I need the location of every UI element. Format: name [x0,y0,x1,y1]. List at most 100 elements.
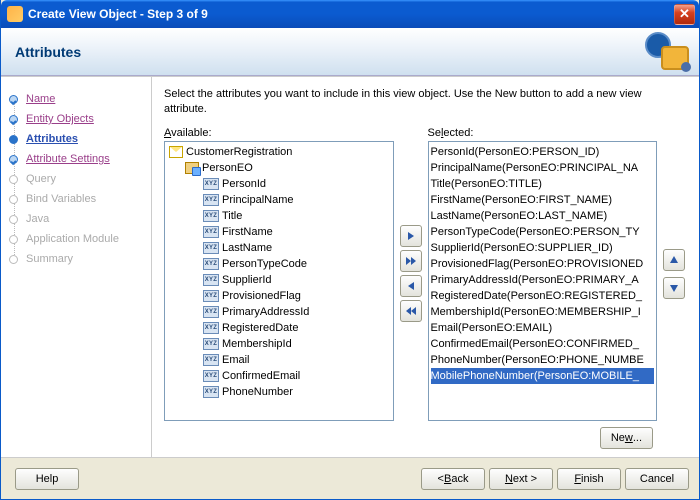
step-label: Attribute Settings [26,153,110,165]
tree-attr[interactable]: XYZPhoneNumber [167,384,391,400]
attribute-icon: XYZ [203,242,219,254]
step-label: Summary [26,253,73,265]
tree-attr[interactable]: XYZMembershipId [167,336,391,352]
attribute-icon: XYZ [203,274,219,286]
tree-label: Title [222,210,242,222]
selected-item[interactable]: PersonTypeCode(PersonEO:PERSON_TY [431,224,655,240]
tree-label: PhoneNumber [222,386,293,398]
tree-attr[interactable]: XYZLastName [167,240,391,256]
tree-attr[interactable]: XYZEmail [167,352,391,368]
tree-attr[interactable]: XYZPersonTypeCode [167,256,391,272]
selected-item[interactable]: PersonId(PersonEO:PERSON_ID) [431,144,655,160]
selected-item[interactable]: Title(PersonEO:TITLE) [431,176,655,192]
envelope-icon [169,146,183,158]
selected-item[interactable]: SupplierId(PersonEO:SUPPLIER_ID) [431,240,655,256]
close-button[interactable]: ✕ [674,4,695,25]
attribute-icon: XYZ [203,178,219,190]
next-button[interactable]: Next > [489,468,553,490]
tree-root[interactable]: CustomerRegistration [167,144,391,160]
selected-item[interactable]: MembershipId(PersonEO:MEMBERSHIP_I [431,304,655,320]
tree-label: RegisteredDate [222,322,298,334]
attribute-icon: XYZ [203,338,219,350]
instruction-text: Select the attributes you want to includ… [164,87,687,117]
titlebar: Create View Object - Step 3 of 9 ✕ [1,0,699,28]
tree-label: PrincipalName [222,194,294,206]
tree-attr[interactable]: XYZPrimaryAddressId [167,304,391,320]
selected-item[interactable]: FirstName(PersonEO:FIRST_NAME) [431,192,655,208]
tree-attr[interactable]: XYZPrincipalName [167,192,391,208]
attribute-icon: XYZ [203,306,219,318]
step-label: Bind Variables [26,193,96,205]
tree-label: CustomerRegistration [186,146,292,158]
attribute-icon: XYZ [203,194,219,206]
wizard-step-bind-variables: Bind Variables [9,193,145,205]
tree-attr[interactable]: XYZConfirmedEmail [167,368,391,384]
tree-label: ConfirmedEmail [222,370,300,382]
banner-art-icon [625,32,689,72]
selected-item[interactable]: PrimaryAddressId(PersonEO:PRIMARY_A [431,272,655,288]
entity-icon [185,162,199,174]
selected-item[interactable]: ProvisionedFlag(PersonEO:PROVISIONED [431,256,655,272]
tree-label: PersonEO [202,162,253,174]
step-label: Java [26,213,49,225]
available-tree[interactable]: CustomerRegistrationPersonEOXYZPersonIdX… [164,141,394,421]
tree-label: ProvisionedFlag [222,290,301,302]
help-button[interactable]: Help [15,468,79,490]
tree-label: LastName [222,242,272,254]
selected-item[interactable]: PhoneNumber(PersonEO:PHONE_NUMBE [431,352,655,368]
selected-item[interactable]: RegisteredDate(PersonEO:REGISTERED_ [431,288,655,304]
selected-list[interactable]: PersonId(PersonEO:PERSON_ID)PrincipalNam… [428,141,658,421]
selected-item[interactable]: MobilePhoneNumber(PersonEO:MOBILE_ [431,368,655,384]
attribute-icon: XYZ [203,322,219,334]
wizard-step-attribute-settings[interactable]: Attribute Settings [9,153,145,165]
tree-label: PrimaryAddressId [222,306,309,318]
footer: Help < Back Next > Finish Cancel [1,457,699,499]
tree-attr[interactable]: XYZRegisteredDate [167,320,391,336]
available-label: Available: [164,127,394,139]
move-all-right-button[interactable] [400,250,422,272]
selected-label: Selected: [428,127,658,139]
tree-entity[interactable]: PersonEO [167,160,391,176]
banner-title: Attributes [15,44,81,60]
wizard-step-name[interactable]: Name [9,93,145,105]
tree-attr[interactable]: XYZTitle [167,208,391,224]
tree-label: PersonId [222,178,266,190]
move-right-button[interactable] [400,225,422,247]
content-pane: Select the attributes you want to includ… [151,77,699,457]
step-label: Application Module [26,233,119,245]
cancel-button[interactable]: Cancel [625,468,689,490]
attribute-icon: XYZ [203,386,219,398]
attribute-icon: XYZ [203,210,219,222]
wizard-step-query: Query [9,173,145,185]
window-title: Create View Object - Step 3 of 9 [28,7,674,21]
tree-attr[interactable]: XYZProvisionedFlag [167,288,391,304]
move-left-button[interactable] [400,275,422,297]
wizard-icon [7,6,23,22]
tree-label: Email [222,354,250,366]
tree-attr[interactable]: XYZSupplierId [167,272,391,288]
selected-item[interactable]: PrincipalName(PersonEO:PRINCIPAL_NA [431,160,655,176]
selected-item[interactable]: Email(PersonEO:EMAIL) [431,320,655,336]
move-down-button[interactable] [663,277,685,299]
selected-item[interactable]: LastName(PersonEO:LAST_NAME) [431,208,655,224]
wizard-step-entity-objects[interactable]: Entity Objects [9,113,145,125]
wizard-step-java: Java [9,213,145,225]
attribute-icon: XYZ [203,258,219,270]
tree-attr[interactable]: XYZPersonId [167,176,391,192]
tree-label: MembershipId [222,338,292,350]
wizard-step-attributes[interactable]: Attributes [9,133,145,145]
tree-label: SupplierId [222,274,272,286]
new-button[interactable]: New... [600,427,653,449]
attribute-icon: XYZ [203,354,219,366]
move-up-button[interactable] [663,249,685,271]
step-label: Attributes [26,133,78,145]
tree-attr[interactable]: XYZFirstName [167,224,391,240]
wizard-step-summary: Summary [9,253,145,265]
finish-button[interactable]: Finish [557,468,621,490]
tree-label: FirstName [222,226,273,238]
step-label: Query [26,173,56,185]
attribute-icon: XYZ [203,290,219,302]
selected-item[interactable]: ConfirmedEmail(PersonEO:CONFIRMED_ [431,336,655,352]
back-button[interactable]: < Back [421,468,485,490]
move-all-left-button[interactable] [400,300,422,322]
